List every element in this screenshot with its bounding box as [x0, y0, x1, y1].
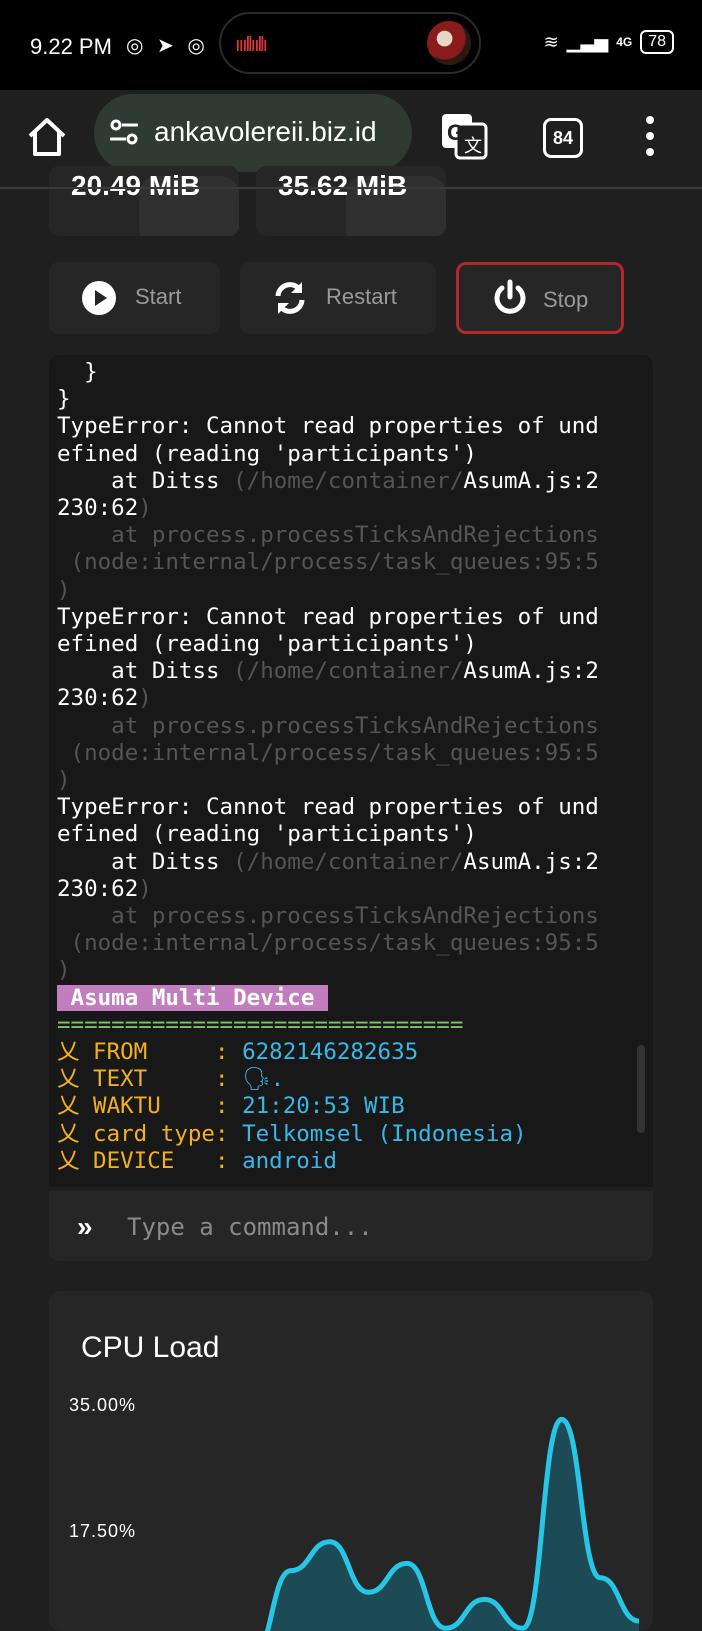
- svg-text:文: 文: [464, 136, 482, 156]
- field-key: 乂 DEVICE :: [57, 1147, 243, 1174]
- stack-frame: at Ditss: [57, 848, 234, 875]
- error-message: TypeError: Cannot read properties of und…: [57, 794, 599, 848]
- wifi-icon: ≋: [543, 31, 559, 52]
- network-type: 4G: [616, 35, 633, 49]
- stack-frame: at Ditss: [57, 658, 234, 685]
- status-right: ≋ ▁▃▅ 4G 78: [544, 30, 674, 54]
- error-message: TypeError: Cannot read properties of und…: [57, 413, 599, 467]
- tab-switcher-button[interactable]: 84: [543, 118, 583, 158]
- restart-button[interactable]: Restart: [240, 262, 436, 334]
- play-icon: [82, 281, 116, 315]
- stop-label: Stop: [543, 287, 589, 312]
- audio-wave-icon: ıııllııllı: [235, 34, 268, 56]
- url-text: ankavolereii.biz.id: [154, 116, 377, 147]
- stack-close: ): [138, 495, 152, 522]
- field-key: 乂 card type:: [57, 1120, 243, 1147]
- separator-line: ==============================: [57, 1011, 464, 1038]
- status-time: 9.22 PM: [30, 34, 112, 59]
- notification-icons: ◎ ➤ ◎: [126, 35, 209, 57]
- status-bar: 9.22 PM ◎ ➤ ◎ ıııllııllı ≋ ▁▃▅ 4G 78: [0, 0, 702, 90]
- cpu-load-card: CPU Load 35.00% 17.50%: [49, 1291, 653, 1631]
- toolbar-divider: [0, 187, 702, 189]
- stop-button[interactable]: Stop: [456, 262, 624, 334]
- restart-icon: [275, 282, 305, 314]
- memory-card-left: 20.49 MiB: [49, 166, 239, 236]
- memory-value-right: 35.62 MiB: [278, 170, 408, 201]
- url-bar[interactable]: ankavolereii.biz.id: [94, 94, 412, 172]
- svg-text:G: G: [447, 120, 464, 145]
- bot-banner: Asuma Multi Device: [57, 984, 328, 1011]
- prompt-icon: »: [77, 1211, 93, 1242]
- stack-frame-internal: at process.processTicksAndRejections (no…: [57, 712, 599, 794]
- field-value: Telkomsel (Indonesia): [242, 1120, 527, 1147]
- error-message: TypeError: Cannot read properties of und…: [57, 603, 599, 658]
- stack-frame: at Ditss: [57, 467, 234, 494]
- stack-frame-internal: at process.processTicksAndRejections (no…: [57, 522, 599, 603]
- y-tick-label: 17.50%: [69, 1521, 137, 1541]
- field-key: 乂 WAKTU :: [57, 1093, 243, 1120]
- translate-icon[interactable]: G 文: [440, 112, 488, 160]
- signal-icon: ▁▃▅: [566, 31, 609, 52]
- command-bar: »: [49, 1191, 653, 1261]
- field-key: 乂 FROM :: [57, 1039, 243, 1066]
- battery-indicator: 78: [640, 30, 674, 54]
- power-icon: [494, 279, 526, 314]
- console-log: } } TypeError: Cannot read properties of…: [57, 359, 599, 1175]
- memory-card-right: 35.62 MiB: [256, 166, 446, 236]
- console-output[interactable]: } } TypeError: Cannot read properties of…: [49, 355, 653, 1187]
- field-value: 21:20:53 WIB: [242, 1093, 405, 1120]
- console-scrollbar[interactable]: [637, 1045, 645, 1133]
- stack-path: (/home/container/: [233, 658, 464, 685]
- stack-frame-internal: at process.processTicksAndRejections (no…: [57, 903, 599, 984]
- y-tick-label: 35.00%: [69, 1395, 137, 1415]
- site-settings-icon[interactable]: [108, 116, 140, 148]
- field-key: 乂 TEXT :: [57, 1066, 243, 1093]
- stack-path: (/home/container/: [233, 467, 464, 494]
- log-line: }: [57, 359, 98, 385]
- memory-value-left: 20.49 MiB: [71, 170, 201, 201]
- field-value: android: [242, 1147, 337, 1174]
- dynamic-island: ıııllııllı: [219, 12, 481, 74]
- field-value: 🗣.: [242, 1066, 285, 1093]
- start-button[interactable]: Start: [49, 262, 220, 334]
- stack-path: (/home/container/: [233, 848, 464, 875]
- command-input[interactable]: [125, 1205, 629, 1249]
- stack-close: ): [138, 875, 152, 902]
- chart-title: CPU Load: [81, 1331, 220, 1364]
- field-value: 6282146282635: [242, 1039, 419, 1066]
- restart-label: Restart: [326, 284, 397, 309]
- more-menu-icon[interactable]: [640, 114, 660, 158]
- start-label: Start: [135, 284, 182, 309]
- stack-close: ): [138, 685, 152, 712]
- log-line: }: [57, 386, 71, 413]
- home-icon[interactable]: [24, 114, 70, 160]
- avatar: [427, 21, 471, 65]
